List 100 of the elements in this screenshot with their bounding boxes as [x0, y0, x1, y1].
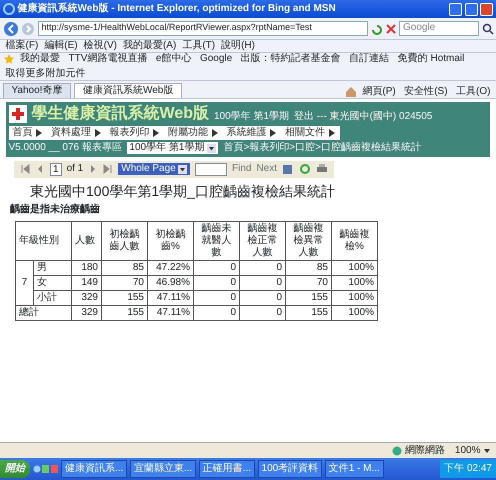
column-header: 人數	[72, 222, 102, 261]
menu-item[interactable]: 工具(T)	[179, 40, 218, 52]
start-button[interactable]: 開始	[0, 460, 30, 478]
table-cell: 100%	[332, 306, 378, 321]
column-header: 齲齒複檢異常人數	[286, 222, 332, 261]
favorite-link[interactable]: e館中心	[152, 53, 194, 65]
taskbar-item[interactable]: 正確用書...	[198, 460, 256, 478]
browser-tab[interactable]: 健康資訊系統Web版	[74, 83, 182, 98]
command-menu[interactable]: 工具(O)	[453, 86, 494, 98]
favorite-link[interactable]: 出版：特約記者基金會	[238, 53, 344, 65]
nav-menu-item[interactable]: 資料處理	[51, 126, 102, 139]
minimize-button[interactable]	[449, 2, 462, 16]
table-cell: 0	[240, 306, 286, 321]
nav-menu-item[interactable]: 系統維護	[226, 126, 277, 139]
dropdown-arrow-icon	[178, 164, 188, 174]
table-cell: 85	[286, 260, 332, 276]
star-icon[interactable]	[2, 53, 14, 65]
report-subtitle: 齲齒是指未治療齲齒	[10, 204, 101, 216]
table-cell: 329	[72, 290, 102, 306]
table-cell: 100%	[332, 290, 378, 306]
menu-item[interactable]: 檢視(V)	[80, 40, 120, 52]
table-cell: 總計	[16, 306, 72, 321]
column-header: 年級性別	[16, 222, 72, 261]
zoom-select[interactable]: Whole Page	[118, 163, 190, 176]
column-header: 齲齒複檢正常人數	[240, 222, 286, 261]
search-icon[interactable]	[482, 22, 494, 34]
quick-launch-icons-drawing[interactable]	[32, 462, 58, 476]
table-cell: 0	[194, 260, 240, 276]
table-cell: 70	[102, 276, 148, 291]
taskbar-item[interactable]: 健康資訊系...	[61, 460, 128, 478]
favorite-link[interactable]: TTV網路電視直播	[66, 53, 150, 65]
table-cell: 329	[72, 306, 102, 321]
table-cell: 85	[102, 260, 148, 276]
table-cell: 70	[286, 276, 332, 291]
find-field[interactable]	[195, 162, 227, 176]
menu-item[interactable]: 檔案(F)	[2, 40, 42, 52]
favorite-link[interactable]: 免費的 Hotmail	[394, 53, 468, 65]
menu-item[interactable]: 我的最愛(A)	[120, 40, 180, 52]
column-header: 齲齒複檢%	[332, 222, 378, 261]
window-title: 健康資訊系統Web版 - Internet Explorer, optimized for Bing and MSN	[18, 3, 337, 15]
back-icon[interactable]	[2, 20, 18, 36]
taskbar-item[interactable]: 宜蘭縣立東...	[130, 460, 196, 478]
last-page-icon[interactable]	[103, 163, 114, 176]
table-cell: 0	[194, 306, 240, 321]
dropdown-arrow-icon	[483, 446, 491, 454]
table-cell: 47.11%	[148, 290, 194, 306]
favorite-link[interactable]: 我的最愛	[17, 53, 63, 65]
dropdown-arrow-icon	[206, 144, 216, 153]
clock: 下午 02:47	[440, 460, 496, 478]
caret-icon	[152, 128, 160, 138]
nav-menu-item[interactable]: 相關文件	[285, 126, 336, 139]
maximize-button[interactable]	[464, 2, 478, 16]
nav-menu-item[interactable]: 首頁	[12, 126, 43, 139]
caret-icon	[269, 128, 277, 138]
next-link[interactable]: Next	[256, 163, 277, 176]
table-cell: 7	[16, 260, 34, 306]
report-title: 東光國中100學年第1學期_口腔齲齒複檢結果統計	[30, 182, 336, 200]
table-cell: 149	[72, 276, 102, 291]
table-cell: 47.11%	[148, 306, 194, 321]
command-menu[interactable]: 安全性(S)	[401, 86, 451, 98]
first-page-icon[interactable]	[20, 163, 30, 176]
forward-icon[interactable]	[21, 22, 35, 36]
browser-tab[interactable]: Yahoo!奇摩	[2, 83, 72, 98]
table-cell: 100%	[332, 276, 378, 291]
zoom-level[interactable]: 100%	[454, 444, 491, 456]
column-header: 初檢齲齒人數	[102, 222, 148, 261]
taskbar-item[interactable]: 文件1 - M...	[324, 460, 384, 478]
caret-icon	[94, 128, 102, 138]
term-label: 100學年 第1學期	[214, 111, 290, 124]
page-number-field[interactable]: 1	[50, 162, 62, 176]
column-header: 齲齒未就醫人數	[194, 222, 240, 261]
globe-icon	[392, 446, 402, 456]
column-header: 初檢齲齒%	[148, 222, 194, 261]
address-field[interactable]: http://sysme-1/HealthWebLocal/ReportRViewer.aspx?rptName=Test	[38, 21, 368, 36]
table-cell: 155	[102, 290, 148, 306]
menu-item[interactable]: 編輯(E)	[41, 40, 81, 52]
command-menu[interactable]: 網頁(P)	[359, 86, 399, 98]
table-cell: 155	[286, 290, 332, 306]
page-count: of 1	[66, 163, 84, 176]
taskbar-item[interactable]: 100考評資料	[258, 460, 322, 478]
nav-menu-item[interactable]: 報表列印	[110, 126, 160, 139]
term-select[interactable]: 100學年 第1學期	[126, 142, 218, 154]
find-link[interactable]: Find	[232, 163, 252, 176]
close-button[interactable]	[480, 2, 493, 16]
table-cell: 0	[194, 290, 240, 306]
close-icon[interactable]	[384, 22, 396, 34]
search-field[interactable]: Google	[399, 21, 479, 36]
nav-menu-item[interactable]: 附屬功能	[168, 126, 218, 139]
caret-icon	[210, 128, 218, 138]
table-cell: 0	[240, 260, 286, 276]
favorite-link[interactable]: 自訂連結	[346, 53, 392, 65]
table-cell: 155	[286, 306, 332, 321]
menu-item[interactable]: 說明(H)	[218, 40, 258, 52]
breadcrumb: 首頁>報表列印>口腔>口腔齲齒複檢結果統計	[223, 142, 421, 154]
table-cell: 180	[72, 260, 102, 276]
table-cell: 100%	[332, 260, 378, 276]
favorite-link[interactable]: Google	[196, 53, 236, 65]
table-cell: 0	[240, 276, 286, 291]
favorite-link[interactable]: 取得更多附加元件	[2, 68, 88, 80]
table-cell: 0	[194, 276, 240, 291]
